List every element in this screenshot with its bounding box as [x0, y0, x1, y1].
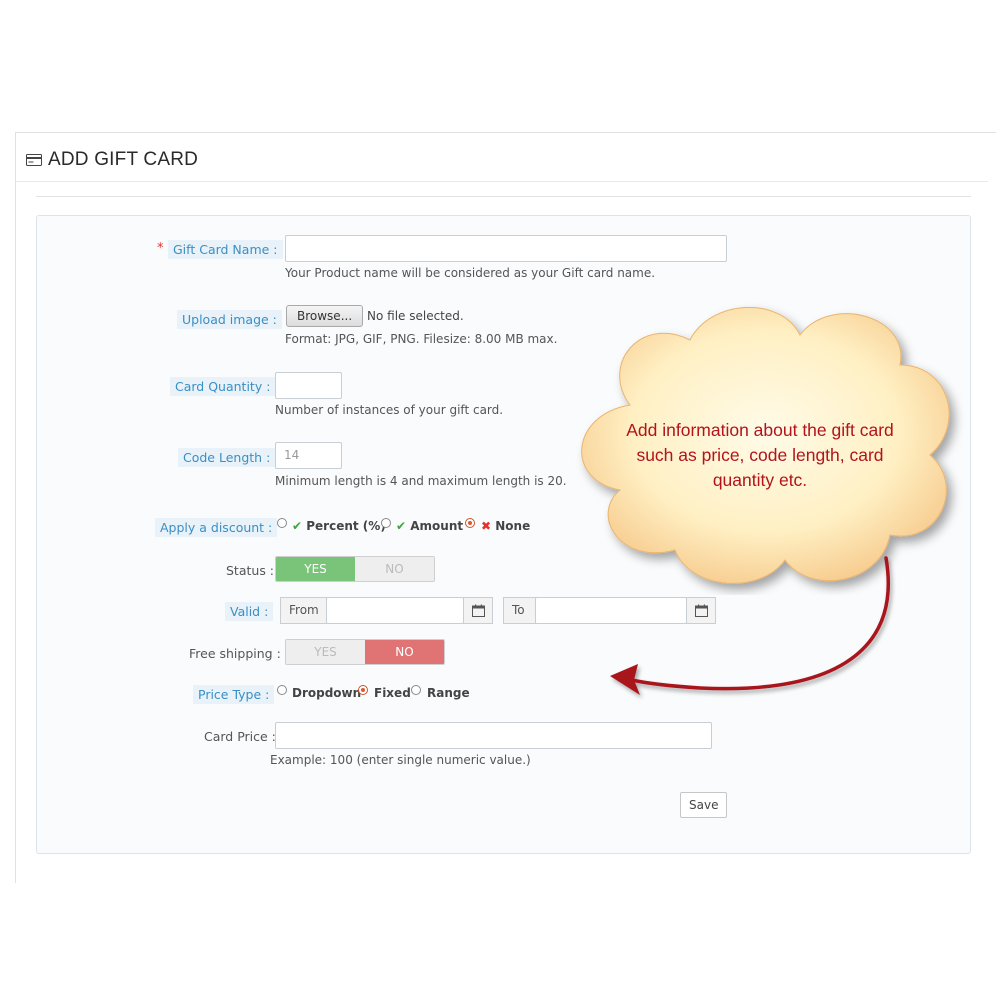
card-price-label: Card Price : — [204, 729, 276, 744]
calendar-icon — [471, 604, 485, 617]
code-length-help: Minimum length is 4 and maximum length i… — [275, 474, 567, 488]
card-price-input[interactable] — [275, 722, 712, 749]
panel-header: ADD GIFT CARD — [26, 147, 198, 173]
required-marker: * — [157, 241, 164, 256]
free-shipping-label: Free shipping : — [189, 646, 281, 661]
gift-card-name-help: Your Product name will be considered as … — [285, 266, 656, 280]
gift-card-name-label: Gift Card Name : — [168, 240, 283, 259]
card-quantity-label: Card Quantity : — [170, 377, 276, 396]
card-quantity-input[interactable] — [275, 372, 342, 399]
price-range-option[interactable]: Range — [427, 686, 470, 700]
discount-none-option[interactable]: ✖ None — [481, 519, 530, 533]
callout-text: Add information about the gift card such… — [626, 420, 894, 490]
status-label: Status : — [226, 563, 275, 578]
discount-none-radio[interactable] — [465, 518, 475, 528]
browse-button[interactable]: Browse... — [286, 305, 364, 327]
price-fixed-option[interactable]: Fixed — [374, 686, 411, 700]
code-length-label: Code Length : — [178, 448, 276, 467]
valid-from-addon: From — [280, 597, 327, 624]
free-shipping-no[interactable]: NO — [365, 640, 444, 664]
form-divider — [36, 196, 971, 197]
status-no[interactable]: NO — [355, 557, 434, 581]
code-length-input[interactable]: 14 — [275, 442, 342, 469]
gift-card-name-input[interactable] — [285, 235, 727, 262]
check-icon: ✔ — [292, 519, 303, 533]
price-dropdown-option[interactable]: Dropdown — [292, 686, 361, 700]
page-title: ADD GIFT CARD — [48, 149, 199, 170]
save-button[interactable]: Save — [680, 792, 728, 818]
discount-amount-option[interactable]: ✔ Amount — [396, 519, 463, 533]
price-type-label: Price Type : — [193, 685, 275, 704]
card-quantity-help: Number of instances of your gift card. — [275, 403, 504, 417]
callout-arrow — [610, 556, 890, 695]
discount-percent-option[interactable]: ✔ Percent (%) — [292, 519, 386, 533]
price-dropdown-radio[interactable] — [277, 685, 287, 695]
credit-card-icon — [26, 154, 42, 166]
cross-icon: ✖ — [481, 519, 492, 533]
upload-image-label: Upload image : — [177, 310, 282, 329]
price-fixed-radio[interactable] — [358, 685, 368, 695]
valid-label: Valid : — [225, 602, 274, 621]
free-shipping-switch[interactable]: YES NO — [285, 639, 445, 665]
discount-amount-radio[interactable] — [381, 518, 391, 528]
status-yes[interactable]: YES — [276, 557, 355, 581]
discount-percent-radio[interactable] — [277, 518, 287, 528]
valid-from-input[interactable] — [326, 597, 464, 624]
file-status: No file selected. — [367, 309, 464, 323]
price-range-radio[interactable] — [411, 685, 421, 695]
check-icon: ✔ — [396, 519, 407, 533]
status-switch[interactable]: YES NO — [275, 556, 435, 582]
free-shipping-yes[interactable]: YES — [286, 640, 365, 664]
header-divider — [16, 181, 988, 182]
valid-to-addon: To — [503, 597, 536, 624]
card-price-help: Example: 100 (enter single numeric value… — [270, 753, 531, 767]
discount-label: Apply a discount : — [155, 518, 278, 537]
upload-image-help: Format: JPG, GIF, PNG. Filesize: 8.00 MB… — [285, 332, 558, 346]
calendar-from-button[interactable] — [463, 597, 493, 624]
